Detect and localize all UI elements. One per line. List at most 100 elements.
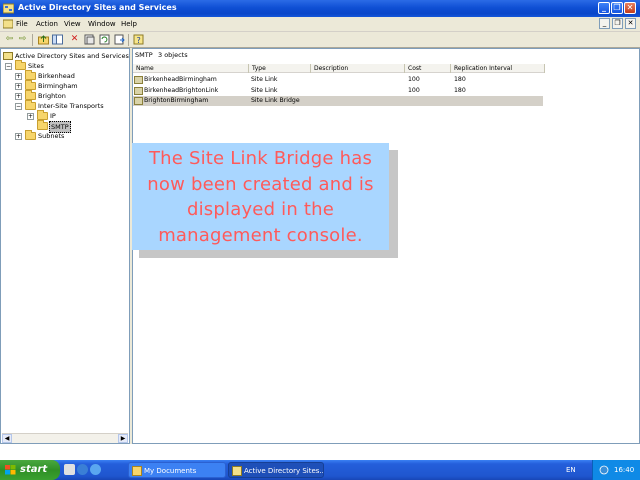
details-header: SMTP 3 objects: [133, 49, 639, 61]
tree-item-brighton[interactable]: + Brighton: [15, 90, 129, 101]
column-type[interactable]: Type: [249, 64, 311, 73]
task-active-directory[interactable]: Active Directory Sites...: [228, 462, 324, 478]
expand-toggle[interactable]: +: [15, 83, 22, 90]
column-name[interactable]: Name: [133, 64, 249, 73]
system-tray: 16:40: [592, 460, 640, 480]
site-link-icon: [134, 76, 143, 84]
cell-name: BrightonBirmingham: [144, 97, 209, 104]
show-hide-tree-icon[interactable]: [52, 34, 63, 45]
cell-cost: 100: [408, 76, 420, 83]
minimize-button[interactable]: _: [598, 2, 610, 14]
tree-horizontal-scrollbar[interactable]: ◀ ▶: [2, 433, 128, 443]
tree-item-label: Birkenhead: [38, 72, 75, 80]
tree-item-label: Brighton: [38, 92, 66, 100]
folder-icon: [25, 80, 36, 90]
site-link-bridge-icon: [134, 97, 143, 105]
collapse-toggle[interactable]: −: [5, 63, 12, 70]
tutorial-callout: The Site Link Bridge has now been create…: [132, 143, 389, 250]
cell-name: BirkenheadBirmingham: [144, 76, 217, 83]
internet-explorer-icon[interactable]: [90, 464, 101, 475]
cell-type: Site Link Bridge: [251, 97, 300, 104]
show-desktop-icon[interactable]: [64, 464, 75, 475]
svg-text:?: ?: [137, 36, 141, 45]
list-item[interactable]: BirkenheadBirmingham Site Link 100 180: [133, 75, 543, 85]
menu-help[interactable]: Help: [121, 20, 137, 28]
tree-item-smtp[interactable]: SMTP: [27, 120, 129, 133]
column-description[interactable]: Description: [311, 64, 405, 73]
windows-logo-icon: [5, 465, 16, 475]
start-button[interactable]: start: [0, 460, 60, 480]
menu-view[interactable]: View: [64, 20, 81, 28]
mdi-minimize-button[interactable]: _: [599, 18, 610, 29]
cell-type: Site Link: [251, 87, 278, 94]
collapse-toggle[interactable]: −: [15, 103, 22, 110]
mdi-close-button[interactable]: ✕: [625, 18, 636, 29]
menu-bar: File Action View Window Help _ ❐ ✕: [0, 17, 640, 32]
properties-icon[interactable]: [84, 34, 95, 45]
up-folder-icon[interactable]: [38, 34, 49, 45]
scroll-left-arrow-icon[interactable]: ◀: [2, 434, 12, 443]
title-bar: Active Directory Sites and Services _ ❐ …: [0, 0, 640, 17]
tree-item-label: Inter-Site Transports: [38, 102, 104, 110]
console-icon: [3, 19, 13, 29]
tree-item-subnets[interactable]: + Subnets: [15, 130, 129, 141]
menu-file[interactable]: File: [16, 20, 28, 28]
folder-icon: [25, 90, 36, 100]
media-player-icon[interactable]: [77, 464, 88, 475]
menu-action[interactable]: Action: [36, 20, 58, 28]
export-list-icon[interactable]: [114, 34, 125, 45]
toolbar-separator: [128, 34, 129, 46]
expand-toggle[interactable]: +: [15, 133, 22, 140]
cell-interval: 180: [454, 76, 466, 83]
delete-icon[interactable]: ✕: [69, 34, 80, 45]
language-indicator[interactable]: EN: [566, 460, 576, 480]
forward-arrow-icon[interactable]: ⇨: [17, 34, 28, 45]
folder-icon: [25, 100, 36, 110]
list-item[interactable]: BirkenheadBrightonLink Site Link 100 180: [133, 86, 543, 96]
tree-item-label: IP: [50, 112, 56, 120]
clock: 16:40: [614, 466, 635, 474]
app-icon: [3, 3, 14, 14]
sites-services-icon: [3, 52, 13, 60]
details-location: SMTP: [135, 51, 153, 59]
tree-item-inter-site-transports[interactable]: − Inter-Site Transports: [15, 100, 129, 111]
site-link-icon: [134, 87, 143, 95]
cell-cost: 100: [408, 87, 420, 94]
close-button[interactable]: ✕: [624, 2, 636, 14]
mdi-restore-button[interactable]: ❐: [612, 18, 623, 29]
refresh-icon[interactable]: [99, 34, 110, 45]
toolbar-separator: [32, 34, 33, 46]
network-icon[interactable]: [599, 465, 609, 475]
taskbar: start My Documents Active Directory Site…: [0, 460, 640, 480]
toolbar: ⇦ ⇨ ✕ ?: [0, 32, 640, 48]
task-label: Active Directory Sites...: [244, 467, 324, 475]
task-my-documents[interactable]: My Documents: [128, 462, 226, 478]
expand-toggle[interactable]: +: [15, 93, 22, 100]
folder-icon: [25, 130, 36, 140]
column-cost[interactable]: Cost: [405, 64, 451, 73]
tree-item-birkenhead[interactable]: + Birkenhead: [15, 70, 129, 81]
window-title: Active Directory Sites and Services: [18, 3, 177, 12]
folder-icon: [15, 60, 26, 70]
back-arrow-icon[interactable]: ⇦: [4, 34, 15, 45]
task-label: My Documents: [144, 467, 197, 475]
list-item[interactable]: BrightonBirmingham Site Link Bridge: [133, 96, 543, 106]
menu-window[interactable]: Window: [88, 20, 116, 28]
folder-icon: [132, 466, 142, 476]
sites-services-icon: [232, 466, 242, 476]
cell-interval: 180: [454, 87, 466, 94]
help-icon[interactable]: ?: [133, 34, 144, 45]
expand-toggle[interactable]: +: [15, 73, 22, 80]
tree-item-sites[interactable]: − Sites: [5, 60, 129, 71]
column-replication-interval[interactable]: Replication Interval: [451, 64, 545, 73]
tree-item-birmingham[interactable]: + Birmingham: [15, 80, 129, 91]
tree-item-label: Subnets: [38, 132, 65, 140]
expand-toggle[interactable]: +: [27, 113, 34, 120]
folder-icon: [37, 120, 48, 130]
cell-type: Site Link: [251, 76, 278, 83]
details-count: 3 objects: [158, 51, 188, 59]
scroll-right-arrow-icon[interactable]: ▶: [118, 434, 128, 443]
console-tree[interactable]: Active Directory Sites and Services [a −…: [0, 48, 137, 444]
restore-button[interactable]: ❐: [611, 2, 623, 14]
tree-item-label: Birmingham: [38, 82, 78, 90]
